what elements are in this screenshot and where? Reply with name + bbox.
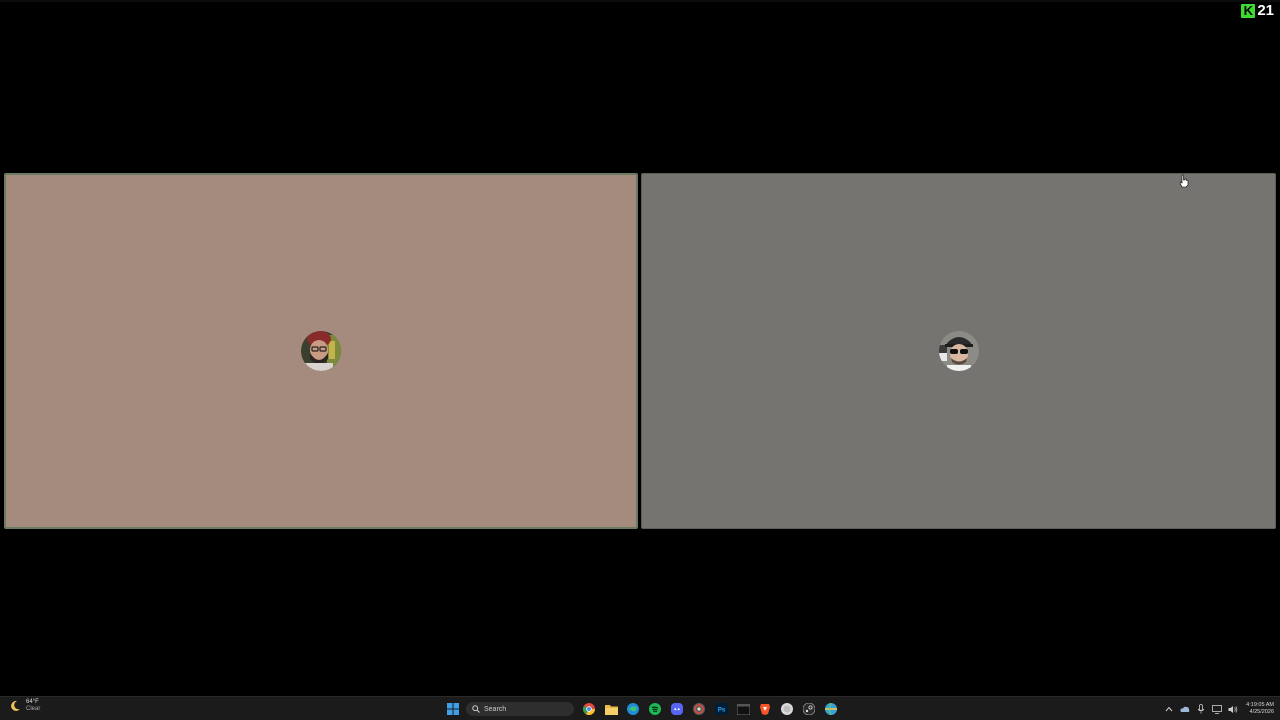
edge-icon[interactable] bbox=[624, 700, 642, 718]
taskbar-clock[interactable]: 4:19:05 AM 4/25/2026 bbox=[1246, 702, 1274, 716]
desktop-screen: K 21 64°F Clear Search Ps 4:19:05 AM 4/2… bbox=[0, 0, 1280, 720]
avatar-man-sunglasses-icon bbox=[938, 331, 979, 371]
terminal-icon[interactable] bbox=[734, 700, 752, 718]
file-explorer-icon[interactable] bbox=[602, 700, 620, 718]
volume-icon[interactable] bbox=[1228, 704, 1238, 714]
display-icon[interactable] bbox=[1212, 704, 1223, 714]
call-participant-grid bbox=[4, 173, 1276, 531]
taskbar-pinned-apps: Search Ps bbox=[444, 699, 840, 719]
participant-tile-1[interactable] bbox=[4, 173, 638, 529]
taskbar-search-box[interactable]: Search bbox=[466, 702, 574, 716]
kick-logo: K bbox=[1241, 4, 1256, 18]
chrome-alt-icon[interactable] bbox=[690, 700, 708, 718]
discord-icon[interactable] bbox=[668, 700, 686, 718]
clock-date: 4/25/2026 bbox=[1249, 709, 1274, 715]
search-placeholder: Search bbox=[484, 705, 507, 713]
photoshop-icon[interactable]: Ps bbox=[712, 700, 730, 718]
weather-condition: Clear bbox=[26, 706, 41, 712]
avatar-bearded-man-icon bbox=[301, 331, 341, 371]
window-top-edge bbox=[0, 0, 1280, 2]
show-hidden-icons-chevron-up-icon[interactable] bbox=[1164, 704, 1174, 714]
stream-brand-overlay: K 21 bbox=[1241, 2, 1274, 20]
svg-text:Ps: Ps bbox=[717, 708, 725, 714]
start-menu-icon[interactable] bbox=[444, 700, 462, 718]
steam-icon[interactable] bbox=[800, 700, 818, 718]
chrome-icon[interactable] bbox=[580, 700, 598, 718]
weather-widget[interactable]: 64°F Clear bbox=[8, 699, 40, 713]
mouse-cursor-hand-icon bbox=[1179, 174, 1189, 188]
system-tray: 4:19:05 AM 4/25/2026 bbox=[1164, 699, 1274, 719]
participant-tile-2[interactable] bbox=[641, 173, 1276, 529]
cloud-sync-icon[interactable] bbox=[1180, 704, 1190, 714]
search-icon bbox=[472, 705, 480, 713]
obs-icon[interactable] bbox=[778, 700, 796, 718]
moon-icon bbox=[11, 700, 20, 711]
brave-icon[interactable] bbox=[756, 700, 774, 718]
clock-time: 4:19:05 AM bbox=[1246, 702, 1274, 708]
app-globe-icon[interactable] bbox=[822, 700, 840, 718]
spotify-icon[interactable] bbox=[646, 700, 664, 718]
weather-temperature: 64°F bbox=[26, 699, 39, 705]
microphone-icon[interactable] bbox=[1196, 704, 1206, 714]
brand-number: 21 bbox=[1257, 2, 1274, 19]
windows-taskbar: 64°F Clear Search Ps 4:19:05 AM 4/25/202… bbox=[0, 696, 1280, 720]
